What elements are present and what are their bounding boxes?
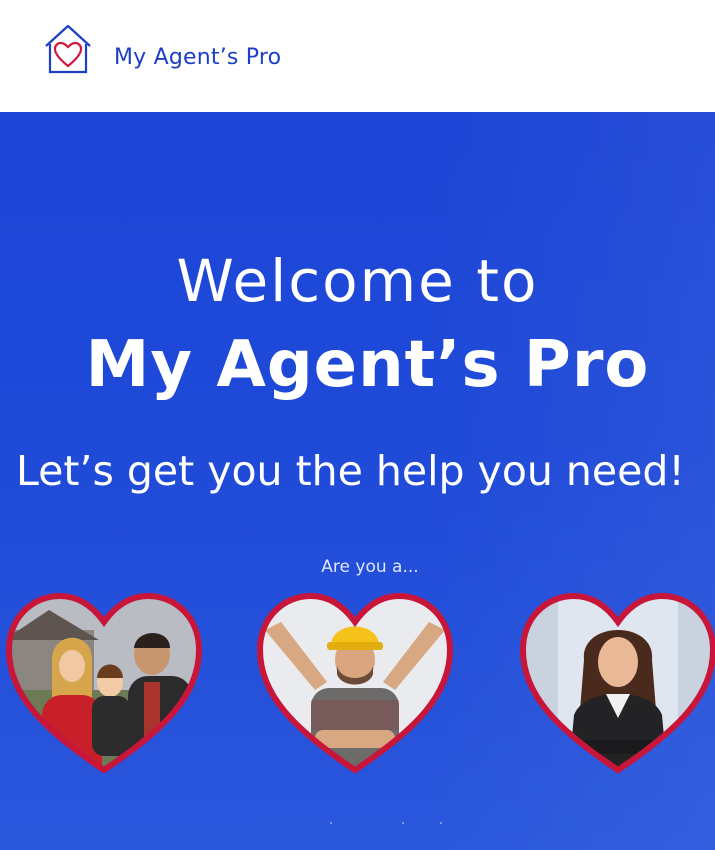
carousel-dot[interactable] xyxy=(440,822,442,824)
role-prompt: Are you a... xyxy=(321,557,419,577)
family-photo-icon xyxy=(5,592,203,774)
brand-heading: My Agent’s Pro xyxy=(85,328,650,402)
site-header: My Agent’s Pro xyxy=(0,0,715,112)
agent-photo-icon xyxy=(519,592,715,774)
carousel-dots xyxy=(330,822,450,826)
carousel-dot[interactable] xyxy=(402,822,404,824)
option-real-estate-agent[interactable] xyxy=(518,590,715,780)
option-homeowner-family[interactable] xyxy=(4,590,204,780)
tagline: Let’s get you the help you need! xyxy=(16,447,685,495)
option-contractor[interactable] xyxy=(255,590,455,780)
brand-name[interactable]: My Agent’s Pro xyxy=(114,45,281,70)
house-heart-icon[interactable] xyxy=(40,22,96,76)
hero-section: Welcome to My Agent’s Pro Let’s get you … xyxy=(0,112,715,850)
carousel-dot[interactable] xyxy=(330,822,332,824)
welcome-heading: Welcome to xyxy=(176,247,539,315)
contractor-photo-icon xyxy=(256,592,454,774)
